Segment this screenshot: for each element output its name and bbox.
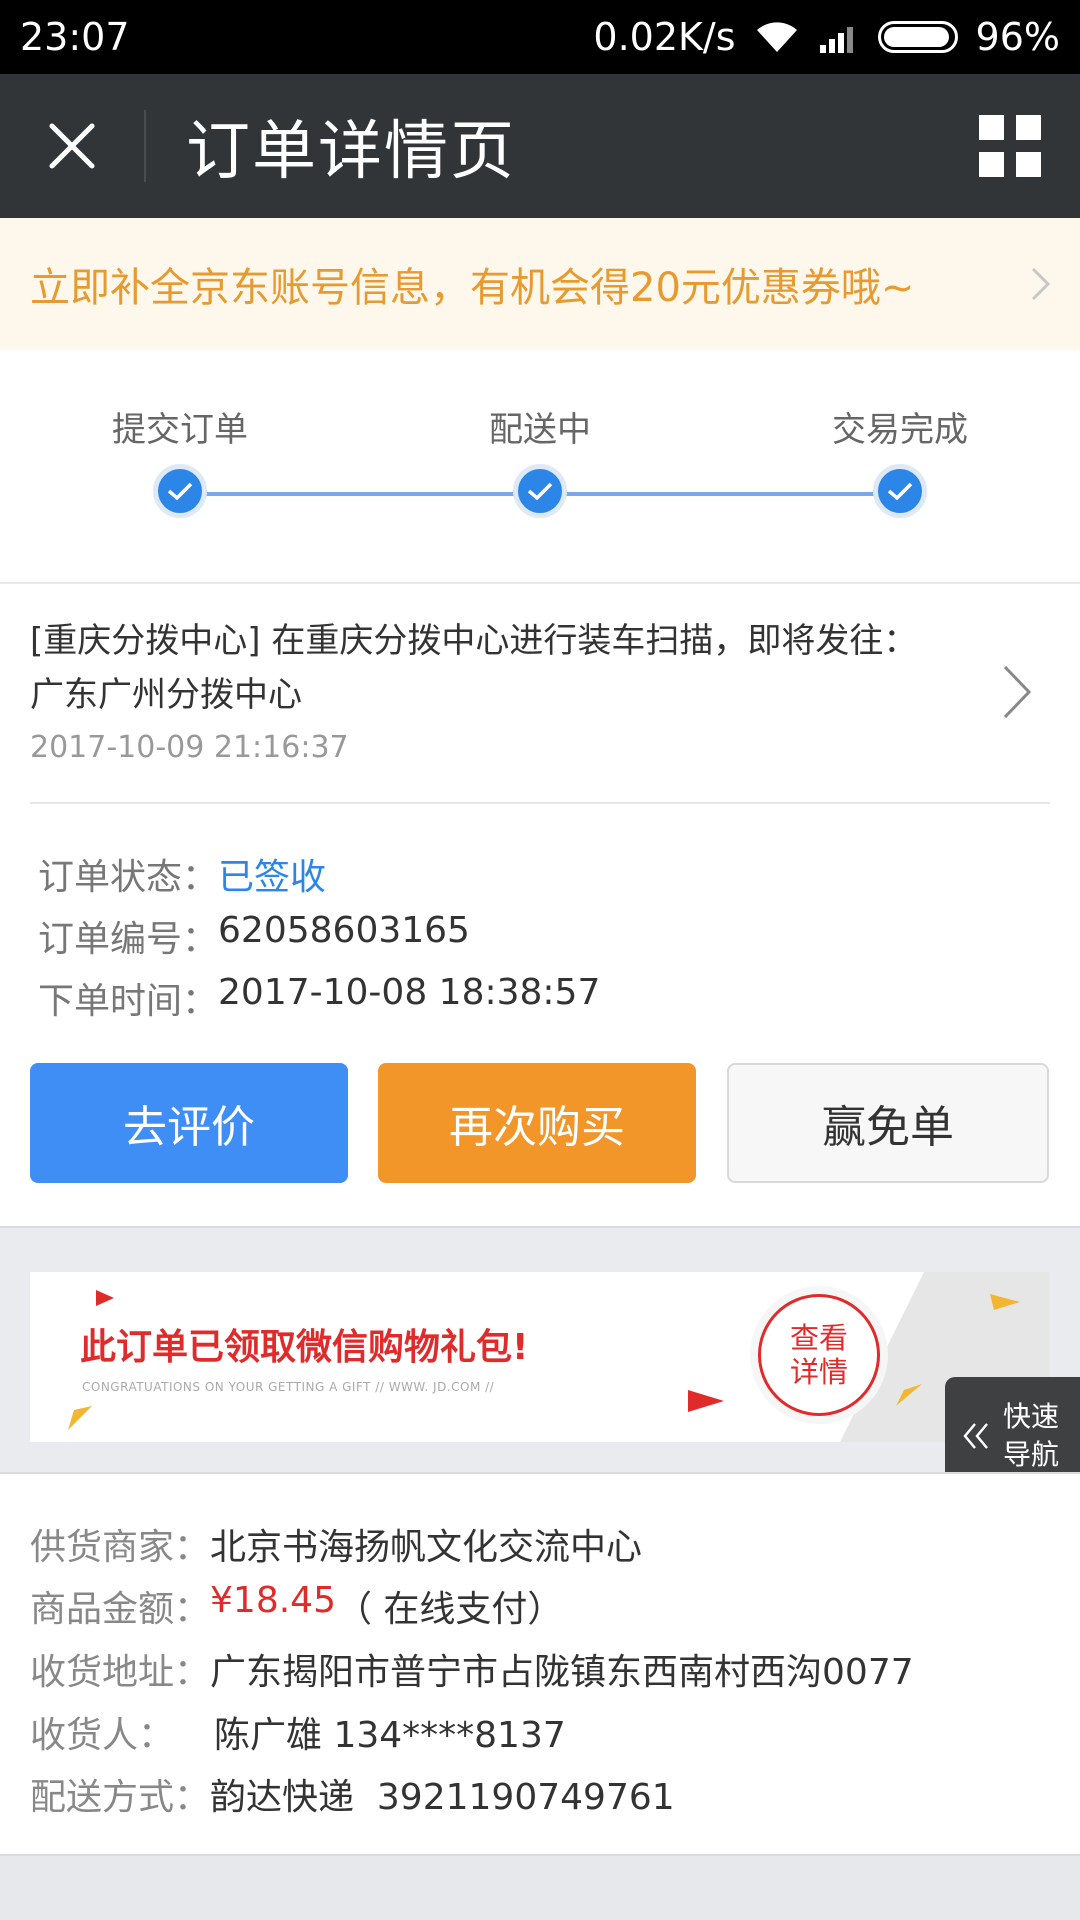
- order-status-label: 订单状态：: [38, 857, 219, 898]
- quick-nav-line-1: 快速: [1003, 1400, 1060, 1433]
- receiver-value: 陈广雄 134****8137: [214, 1715, 566, 1756]
- menu-button[interactable]: [940, 74, 1080, 218]
- receiver-row: 收货人： 陈广雄 134****8137: [30, 1706, 566, 1758]
- status-indicators: 0.02K/s 96%: [593, 15, 1060, 59]
- close-icon: [49, 123, 95, 169]
- status-bar: 23:07 0.02K/s 96%: [0, 0, 1080, 74]
- app-header: 订单详情页: [0, 74, 1080, 218]
- logistics-line-2: 广东广州分拨中心: [30, 675, 302, 715]
- step-completed-label: 交易完成: [832, 410, 968, 450]
- order-time-value: 2017-10-08 18:38:57: [218, 972, 601, 1013]
- order-time-label: 下单时间：: [38, 981, 219, 1022]
- order-status-value: 已签收: [218, 857, 327, 898]
- yellow-triangle-decoration: [990, 1294, 1020, 1310]
- delivery-value: 韵达快递 3921190749761: [210, 1777, 675, 1818]
- signal-icon: [819, 27, 853, 53]
- step-shipping-check-icon: [513, 464, 567, 518]
- review-button[interactable]: 去评价: [30, 1063, 348, 1183]
- merchant-row: 供货商家： 北京书海扬帆文化交流中心: [30, 1518, 642, 1570]
- step-shipping-label: 配送中: [489, 410, 591, 450]
- step-submitted-label: 提交订单: [112, 410, 248, 450]
- close-button[interactable]: [0, 74, 144, 218]
- order-status-row: 订单状态： 已签收: [38, 848, 326, 900]
- chevron-right-icon: [1003, 665, 1032, 719]
- page-title: 订单详情页: [186, 115, 516, 189]
- gift-subtitle: CONGRATUATIONS ON YOUR GETTING A GIFT //…: [82, 1380, 495, 1394]
- grid-icon: [979, 115, 1041, 177]
- logistics-line-1: [重庆分拨中心] 在重庆分拨中心进行装车扫描，即将发往：: [30, 621, 918, 661]
- payment-method: （ 在线支付）: [335, 1589, 564, 1630]
- badge-line-1: 查看: [789, 1321, 848, 1355]
- amount-value: ¥18.45: [210, 1580, 336, 1621]
- yellow-triangle-decoration: [896, 1384, 922, 1406]
- delivery-row: 配送方式： 韵达快递 3921190749761: [30, 1768, 675, 1820]
- delivery-label: 配送方式：: [30, 1777, 211, 1818]
- chevron-right-icon: [1031, 267, 1051, 301]
- red-triangle-decoration: [688, 1390, 724, 1412]
- gift-banner[interactable]: 此订单已领取微信购物礼包! CONGRATUATIONS ON YOUR GET…: [30, 1272, 1050, 1442]
- divider: [0, 1226, 1080, 1228]
- promo-text: 立即补全京东账号信息，有机会得20元优惠券哦~: [30, 265, 915, 311]
- gift-title: 此订单已领取微信购物礼包!: [80, 1327, 529, 1368]
- address-row: 收货地址： 广东揭阳市普宁市占陇镇东西南村西沟0077: [30, 1643, 914, 1695]
- network-speed: 0.02K/s: [593, 15, 736, 59]
- double-chevron-left-icon: [963, 1423, 988, 1449]
- status-time: 23:07: [20, 15, 130, 59]
- header-divider: [144, 110, 146, 182]
- badge-line-2: 详情: [789, 1355, 848, 1389]
- quick-nav-line-2: 导航: [1003, 1438, 1060, 1471]
- logistics-timestamp: 2017-10-09 21:16:37: [30, 730, 349, 765]
- battery-icon: [877, 21, 958, 53]
- address-value: 广东揭阳市普宁市占陇镇东西南村西沟0077: [210, 1652, 914, 1693]
- bottom-spacer: [0, 1854, 1080, 1920]
- order-number-value: 62058603165: [218, 910, 470, 951]
- red-triangle-decoration: [96, 1290, 114, 1306]
- receiver-label: 收货人：: [30, 1715, 175, 1756]
- order-number-label: 订单编号：: [38, 919, 219, 960]
- step-submitted-check-icon: [153, 464, 207, 518]
- order-time-row: 下单时间： 2017-10-08 18:38:57: [38, 972, 600, 1024]
- battery-level: 96%: [975, 15, 1060, 59]
- logistics-update[interactable]: [重庆分拨中心] 在重庆分拨中心进行装车扫描，即将发往： 广东广州分拨中心 20…: [0, 584, 1080, 802]
- logistics-message: [重庆分拨中心] 在重庆分拨中心进行装车扫描，即将发往： 广东广州分拨中心: [30, 614, 950, 722]
- view-details-badge[interactable]: 查看 详情: [758, 1294, 880, 1416]
- wifi-icon: [756, 22, 797, 52]
- merchant-label: 供货商家：: [30, 1527, 211, 1568]
- merchant-value: 北京书海扬帆文化交流中心: [210, 1527, 643, 1568]
- promo-banner[interactable]: 立即补全京东账号信息，有机会得20元优惠券哦~: [0, 218, 1080, 350]
- order-number-row: 订单编号： 62058603165: [38, 910, 470, 962]
- address-label: 收货地址：: [30, 1652, 211, 1693]
- yellow-triangle-decoration: [68, 1406, 92, 1430]
- amount-label: 商品金额：: [30, 1589, 211, 1630]
- amount-row: 商品金额： ¥18.45 （ 在线支付）: [30, 1580, 563, 1632]
- step-completed-check-icon: [873, 464, 927, 518]
- rebuy-button[interactable]: 再次购买: [378, 1063, 696, 1183]
- win-free-order-button[interactable]: 赢免单: [727, 1063, 1049, 1183]
